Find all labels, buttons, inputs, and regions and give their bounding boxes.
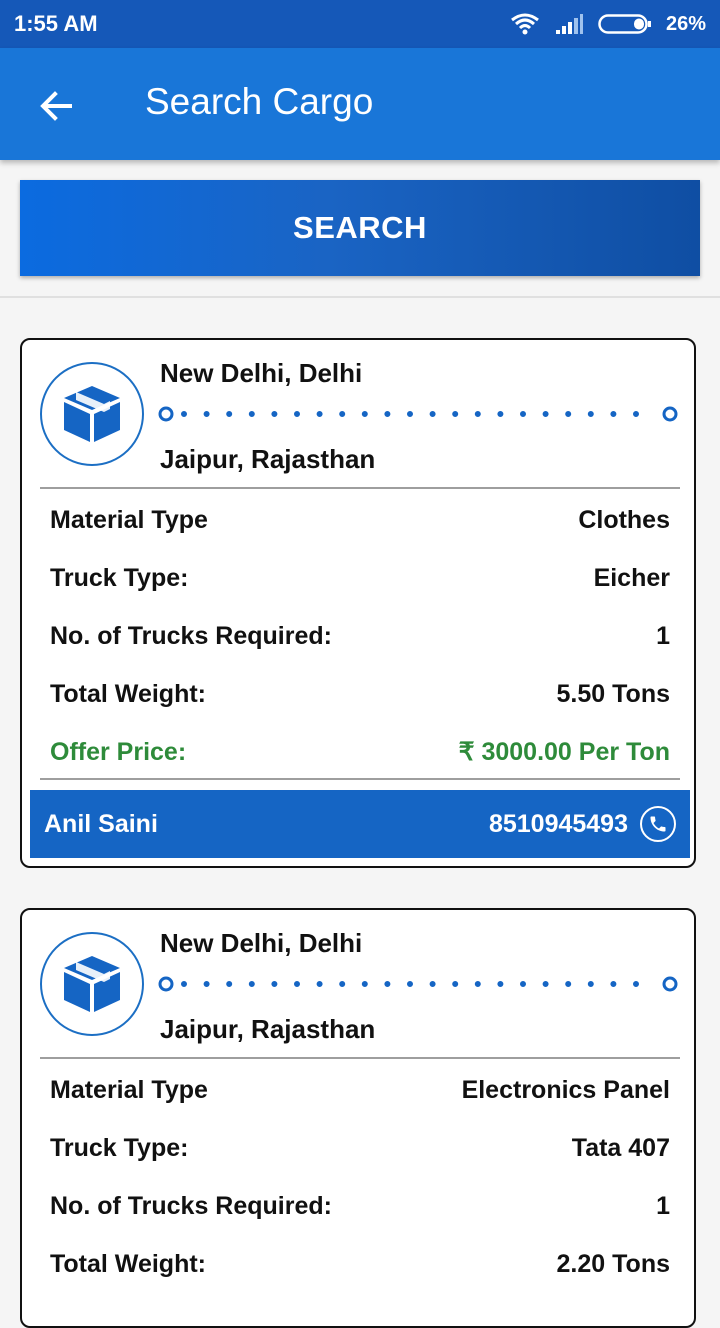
search-button[interactable]: SEARCH [20, 180, 700, 276]
row-value: Electronics Panel [461, 1075, 670, 1104]
offer-label: Offer Price: [50, 737, 187, 766]
row-value: 1 [656, 1191, 670, 1220]
row-label: Material Type [50, 1075, 208, 1104]
cargo-box-icon [40, 932, 144, 1036]
arrow-left-icon[interactable] [36, 86, 76, 126]
offer-value: ₹ 3000.00 Per Ton [458, 738, 670, 766]
trucks-required-row: No. of Trucks Required: 1 [50, 1188, 670, 1224]
to-city: Jaipur, Rajasthan [160, 1014, 376, 1044]
status-time: 1:55 AM [14, 11, 98, 36]
phone-icon[interactable] [640, 806, 676, 842]
row-value: Clothes [578, 505, 670, 534]
material-type-row: Material Type Electronics Panel [50, 1072, 670, 1108]
contact-bar: Anil Saini 8510945493 [30, 790, 690, 858]
battery-icon [598, 14, 651, 34]
battery-percent: 26% [665, 12, 706, 35]
wifi-icon [511, 13, 539, 35]
divider [40, 1057, 680, 1059]
row-value: 5.50 Tons [556, 679, 670, 708]
row-value: Eicher [593, 563, 670, 592]
contact-phone[interactable]: 8510945493 [489, 810, 628, 839]
contact-name: Anil Saini [44, 809, 158, 838]
trucks-required-row: No. of Trucks Required: 1 [50, 618, 670, 654]
from-city: New Delhi, Delhi [160, 928, 363, 958]
total-weight-row: Total Weight: 5.50 Tons [50, 676, 670, 712]
call-button[interactable]: 8510945493 [489, 806, 676, 842]
to-city: Jaipur, Rajasthan [160, 444, 376, 474]
truck-type-row: Truck Type: Tata 407 [50, 1130, 670, 1166]
cargo-card[interactable]: New Delhi, Delhi Jaipur, Rajasthan Mater… [20, 338, 696, 868]
row-label: Material Type [50, 505, 208, 534]
offer-price-row: Offer Price: ₹ 3000.00 Per Ton [50, 734, 670, 770]
row-label: Truck Type: [50, 1133, 189, 1162]
page-title: Search Cargo [145, 81, 374, 122]
from-city: New Delhi, Delhi [160, 358, 363, 388]
row-value: Tata 407 [571, 1133, 670, 1162]
row-label: Total Weight: [50, 679, 206, 708]
material-type-row: Material Type Clothes [50, 502, 670, 538]
divider [40, 487, 680, 489]
route-dotted-line [158, 406, 678, 422]
row-label: No. of Trucks Required: [50, 1191, 332, 1220]
cargo-card[interactable]: New Delhi, Delhi Jaipur, Rajasthan Mater… [20, 908, 696, 1328]
total-weight-row: Total Weight: 2.20 Tons [50, 1246, 670, 1282]
truck-type-row: Truck Type: Eicher [50, 560, 670, 596]
row-label: Total Weight: [50, 1249, 206, 1278]
app-bar: Search Cargo [0, 48, 720, 160]
divider [0, 296, 720, 298]
status-icons: 26% [510, 10, 706, 38]
row-value: 1 [656, 621, 670, 650]
row-label: No. of Trucks Required: [50, 621, 332, 650]
row-value: 2.20 Tons [556, 1249, 670, 1278]
cargo-box-icon [40, 362, 144, 466]
status-bar: 1:55 AM 26% [0, 0, 720, 48]
signal-icon [555, 14, 583, 34]
row-label: Truck Type: [50, 563, 189, 592]
divider [40, 778, 680, 780]
route-dotted-line [158, 976, 678, 992]
